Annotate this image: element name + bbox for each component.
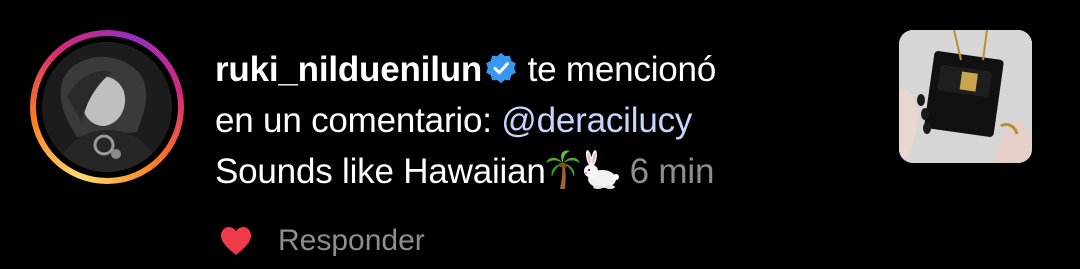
verified-badge-icon xyxy=(484,48,518,84)
post-thumbnail-image xyxy=(899,30,1032,163)
post-thumbnail[interactable] xyxy=(899,30,1032,163)
action-text-mentioned: te mencionó xyxy=(518,50,717,89)
heart-icon xyxy=(220,227,252,255)
notification-item[interactable]: ruki_nilduenilun te mencionó en un comen… xyxy=(0,0,1080,269)
mention-link[interactable]: @deracilucy xyxy=(501,101,692,140)
action-row: Responder xyxy=(218,219,425,263)
username-link[interactable]: ruki_nilduenilun xyxy=(215,50,482,89)
rabbit-emoji xyxy=(580,149,620,203)
avatar-image xyxy=(42,42,172,172)
notification-message: ruki_nilduenilun te mencionó en un comen… xyxy=(215,44,865,203)
palm-tree-emoji xyxy=(545,149,580,203)
avatar xyxy=(42,42,172,172)
reply-button[interactable]: Responder xyxy=(278,224,425,258)
comment-text: Sounds like Hawaiian xyxy=(215,152,546,191)
story-ring-avatar[interactable] xyxy=(30,30,184,184)
action-text-comment: en un comentario: xyxy=(215,101,502,140)
timestamp: 6 min xyxy=(629,152,715,191)
like-button[interactable] xyxy=(218,223,254,259)
